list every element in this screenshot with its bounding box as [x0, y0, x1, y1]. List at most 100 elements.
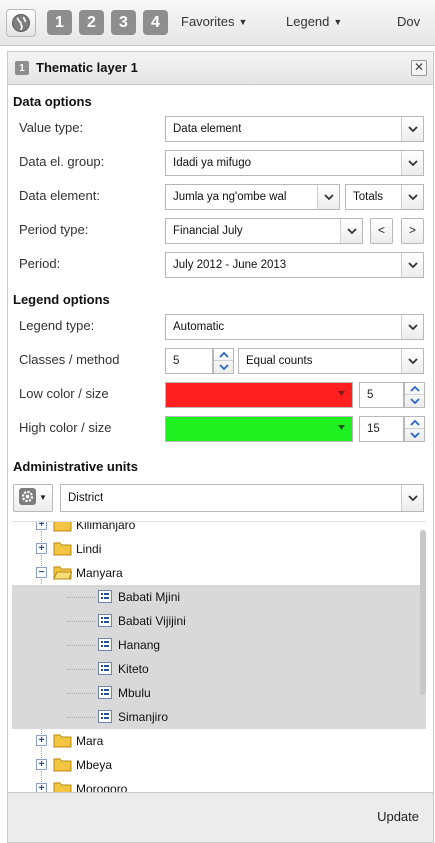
data-element-select[interactable]: Jumla ya ng'ombe wal — [165, 184, 340, 210]
legend-type-value: Automatic — [173, 321, 225, 333]
low-size-value: 5 — [367, 389, 374, 401]
update-button[interactable]: Update — [377, 809, 419, 824]
folder-icon — [53, 732, 72, 751]
arrow-up-icon[interactable] — [405, 383, 424, 395]
data-el-group-value: Idadi ya mifugo — [173, 157, 251, 169]
tree-node[interactable]: Mbulu — [12, 681, 426, 705]
globe-icon — [12, 14, 30, 32]
tree-node[interactable]: + Mbeya — [12, 753, 426, 777]
tree-node[interactable]: + Lindi — [12, 537, 426, 561]
legend-menu[interactable]: Legend ▼ — [286, 14, 342, 29]
tree-node[interactable]: Babati Vijijini — [12, 609, 426, 633]
arrow-down-icon[interactable] — [405, 395, 424, 407]
arrow-down-icon[interactable] — [214, 361, 233, 373]
tree-connector — [67, 717, 95, 718]
high-size-field[interactable]: 15 — [359, 416, 404, 442]
layer-4-button[interactable]: 4 — [143, 10, 168, 35]
tree-scrollbar[interactable] — [420, 530, 426, 695]
admin-units-title: Administrative units — [13, 459, 138, 474]
data-element-value: Jumla ya ng'ombe wal — [173, 191, 287, 203]
leaf-node-icon — [98, 710, 112, 726]
expand-icon[interactable]: + — [36, 759, 47, 770]
expand-icon[interactable]: + — [36, 543, 47, 554]
org-unit-tree: + Kilimanjaro + Lindi − Manyara Babati Mjini Ba… — [12, 521, 426, 798]
tree-connector — [67, 621, 95, 622]
period-select[interactable]: July 2012 - June 2013 — [165, 252, 424, 278]
tree-node-label: Kilimanjaro — [76, 521, 136, 532]
layer-3-button[interactable]: 3 — [111, 10, 136, 35]
high-size-stepper[interactable] — [404, 416, 425, 442]
low-size-stepper[interactable] — [404, 382, 425, 408]
layer-2-button[interactable]: 2 — [79, 10, 104, 35]
tree-node-label: Kiteto — [118, 662, 149, 676]
tree-connector — [67, 645, 95, 646]
collapse-icon[interactable]: − — [36, 567, 47, 578]
classes-method-label: Classes / method — [19, 352, 120, 367]
chevron-down-icon — [340, 219, 362, 243]
tree-node[interactable]: Hanang — [12, 633, 426, 657]
value-type-label: Value type: — [19, 120, 84, 135]
caret-down-icon: ▼ — [39, 492, 47, 502]
period-type-select[interactable]: Financial July — [165, 218, 363, 244]
data-details-value: Totals — [353, 191, 384, 203]
globe-button[interactable] — [6, 9, 36, 37]
legend-options-title: Legend options — [13, 292, 110, 307]
tree-node[interactable]: Simanjiro — [12, 705, 426, 729]
legend-type-label: Legend type: — [19, 318, 95, 333]
tree-node-label: Mbeya — [76, 758, 113, 772]
tree-connector — [67, 597, 95, 598]
legend-type-select[interactable]: Automatic — [165, 314, 424, 340]
download-menu[interactable]: Dov — [397, 14, 420, 29]
data-el-group-select[interactable]: Idadi ya mifugo — [165, 150, 424, 176]
tree-node-label: Mbulu — [118, 686, 151, 700]
data-details-select[interactable]: Totals — [345, 184, 424, 210]
legend-label: Legend — [286, 14, 330, 29]
classes-stepper[interactable] — [213, 348, 234, 374]
leaf-node-icon — [98, 662, 112, 678]
caret-down-icon — [338, 391, 345, 396]
value-type-select[interactable]: Data element — [165, 116, 424, 142]
caret-down-icon — [338, 425, 345, 430]
tree-node[interactable]: + Mara — [12, 729, 426, 753]
data-el-group-label: Data el. group: — [19, 154, 105, 169]
close-button[interactable]: ✕ — [411, 60, 427, 76]
classes-value: 5 — [173, 355, 180, 367]
expand-icon[interactable]: + — [36, 735, 47, 746]
tree-node-label: Simanjiro — [118, 710, 169, 724]
chevron-down-icon — [401, 485, 423, 511]
tree-connector — [67, 669, 95, 670]
layer-1-button[interactable]: 1 — [47, 10, 72, 35]
caret-down-icon: ▼ — [333, 17, 343, 27]
previous-period-button[interactable]: < — [370, 218, 393, 244]
method-select[interactable]: Equal counts — [238, 348, 424, 374]
close-icon: ✕ — [413, 60, 425, 74]
level-select[interactable]: District — [60, 484, 424, 512]
low-color-picker[interactable] — [165, 382, 353, 408]
high-color-picker[interactable] — [165, 416, 353, 442]
arrow-down-icon[interactable] — [405, 429, 424, 441]
next-period-button[interactable]: > — [401, 218, 424, 244]
expand-icon[interactable]: + — [36, 522, 47, 530]
tree-connector — [67, 693, 95, 694]
favorites-menu[interactable]: Favorites ▼ — [181, 14, 247, 29]
tree-node[interactable]: + Kilimanjaro — [12, 521, 426, 537]
chevron-down-icon — [401, 151, 423, 175]
tree-node[interactable]: Kiteto — [12, 657, 426, 681]
arrow-up-icon[interactable] — [405, 417, 424, 429]
period-value: July 2012 - June 2013 — [173, 259, 287, 271]
arrow-up-icon[interactable] — [214, 349, 233, 361]
low-color-size-label: Low color / size — [19, 386, 109, 401]
data-element-label: Data element: — [19, 188, 100, 203]
settings-menu-button[interactable]: ▼ — [13, 484, 53, 512]
classes-field[interactable]: 5 — [165, 348, 213, 374]
low-size-field[interactable]: 5 — [359, 382, 404, 408]
tree-node-label: Mara — [76, 734, 104, 748]
folder-icon — [53, 540, 72, 559]
tree-node[interactable]: Babati Mjini — [12, 585, 426, 609]
high-size-value: 15 — [367, 423, 380, 435]
panel-footer: Update — [8, 792, 433, 842]
tree-node-label: Babati Vijijini — [118, 614, 186, 628]
tree-node[interactable]: − Manyara — [12, 561, 426, 585]
tree-node-label: Lindi — [76, 542, 102, 556]
layer-badge: 1 — [15, 61, 29, 75]
